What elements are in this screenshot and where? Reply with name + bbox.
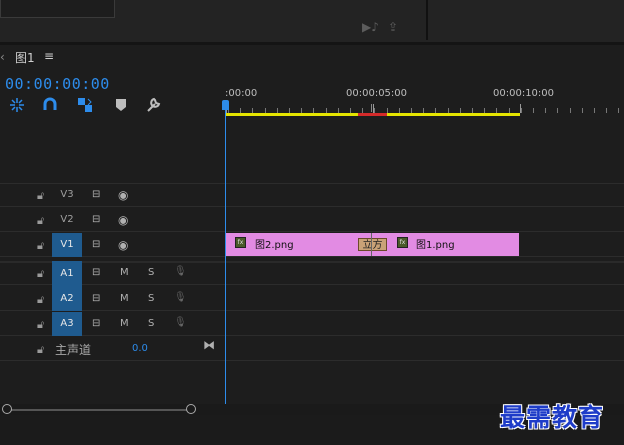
- lock-icon[interactable]: 🔓︎: [37, 239, 44, 253]
- tab-scroll-left-icon[interactable]: ‹: [0, 50, 5, 64]
- eye-icon[interactable]: ◉: [118, 188, 128, 202]
- track-name-a3[interactable]: A3: [52, 312, 82, 336]
- source-monitor-edge: [0, 0, 115, 18]
- solo-button[interactable]: S: [148, 318, 154, 329]
- ruler-tick: [570, 108, 571, 113]
- track-name-v1[interactable]: V1: [52, 233, 82, 257]
- sync-lock-icon[interactable]: ⊟: [92, 239, 100, 250]
- microphone-icon[interactable]: 🎙︎: [174, 317, 187, 328]
- nest-sequence-icon[interactable]: [8, 96, 26, 114]
- overwrite-icon[interactable]: ▶♪: [362, 20, 379, 34]
- playhead-handle[interactable]: [222, 100, 229, 110]
- ruler-tick: [545, 108, 546, 113]
- ruler-tick: [594, 108, 595, 113]
- clip-name: 图2.png: [255, 240, 294, 251]
- linked-selection-icon[interactable]: [76, 96, 94, 114]
- tab-sequence[interactable]: 图1: [15, 49, 35, 66]
- sync-lock-icon[interactable]: ⊟: [92, 267, 100, 278]
- go-to-edit-point-icon[interactable]: ⧓: [203, 338, 215, 352]
- track-name-v2[interactable]: V2: [52, 208, 82, 232]
- eye-icon[interactable]: ◉: [118, 238, 128, 252]
- mute-button[interactable]: M: [120, 267, 129, 278]
- ruler-tick: [618, 108, 619, 113]
- solo-button[interactable]: S: [148, 293, 154, 304]
- ruler-tick: [521, 108, 522, 113]
- lock-icon[interactable]: 🔓︎: [37, 343, 44, 357]
- lock-icon[interactable]: 🔓︎: [37, 189, 44, 203]
- eye-icon[interactable]: ◉: [118, 213, 128, 227]
- edit-point-line: [371, 233, 372, 256]
- ruler-label-10: 00:00:10:00: [493, 88, 555, 99]
- ruler-tick: [606, 108, 607, 113]
- sync-lock-icon[interactable]: ⊟: [92, 214, 100, 225]
- lock-icon[interactable]: 🔓︎: [37, 267, 44, 281]
- render-bar-unrendered: [358, 113, 387, 116]
- add-marker-icon[interactable]: [112, 96, 130, 114]
- master-volume[interactable]: 0.0: [132, 343, 148, 354]
- watermark-logo: 最需教育: [500, 403, 605, 432]
- lock-icon[interactable]: 🔓︎: [37, 318, 44, 332]
- track-row-master: [0, 337, 624, 361]
- ruler-label-0: :00:00: [225, 88, 258, 99]
- track-name-a1[interactable]: A1: [52, 261, 82, 287]
- panel-divider: [426, 0, 428, 40]
- ruler-tick: [533, 108, 534, 113]
- sync-lock-icon[interactable]: ⊟: [92, 189, 100, 200]
- ruler-edit-marker: [371, 104, 372, 112]
- track-name-a2[interactable]: A2: [52, 287, 82, 311]
- ruler-tick: [557, 108, 558, 113]
- zoom-handle-left[interactable]: [2, 404, 12, 414]
- wrench-settings-icon[interactable]: [144, 96, 162, 114]
- ruler-major-tick: [520, 104, 521, 113]
- ruler-label-5: 00:00:05:00: [346, 88, 408, 99]
- sync-lock-icon[interactable]: ⊟: [92, 293, 100, 304]
- mute-button[interactable]: M: [120, 293, 129, 304]
- timeline-tab-bar: ‹ 图1 ≡: [0, 45, 624, 69]
- playhead-line[interactable]: [225, 104, 226, 404]
- transition-cube[interactable]: 立方: [358, 238, 387, 251]
- microphone-icon[interactable]: 🎙︎: [174, 292, 187, 303]
- solo-button[interactable]: S: [148, 267, 154, 278]
- track-name-v3[interactable]: V3: [52, 183, 82, 207]
- zoom-scroll-bar[interactable]: [6, 409, 192, 411]
- snap-magnet-icon[interactable]: [41, 96, 59, 114]
- tab-menu-icon[interactable]: ≡: [44, 49, 54, 63]
- ruler-major-tick: [373, 104, 374, 113]
- zoom-handle-right[interactable]: [186, 404, 196, 414]
- microphone-icon[interactable]: 🎙︎: [174, 266, 187, 277]
- lock-icon[interactable]: 🔓︎: [37, 293, 44, 307]
- playhead-timecode[interactable]: 00:00:00:00: [5, 75, 110, 93]
- export-frame-icon[interactable]: ⇪: [388, 20, 398, 34]
- ruler-tick: [582, 108, 583, 113]
- mute-button[interactable]: M: [120, 318, 129, 329]
- lock-icon[interactable]: 🔓︎: [37, 214, 44, 228]
- sync-lock-icon[interactable]: ⊟: [92, 318, 100, 329]
- clip-name: 图1.png: [416, 240, 455, 251]
- fx-badge-icon: fx: [397, 237, 408, 248]
- master-track-name: 主声道: [55, 343, 92, 357]
- fx-badge-icon: fx: [235, 237, 246, 248]
